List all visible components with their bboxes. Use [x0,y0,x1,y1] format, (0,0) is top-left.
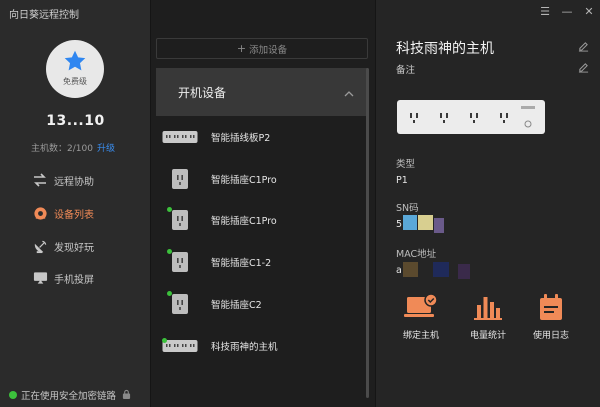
device-detail-panel: ☰ — ✕ 科技雨神的主机 备注 类型 P1 SN码 5 MAC地址 a 绑定主… [375,0,600,407]
bind-host-button[interactable]: 绑定主机 [391,291,451,341]
nav-device-list[interactable]: 设备列表 [32,205,94,221]
star-icon [64,50,86,71]
secure-status-dot [9,391,17,399]
member-level: 免费级 [63,77,87,86]
nav-phone-cast-label: 手机投屏 [54,274,94,286]
device-row[interactable]: 智能插线板P2 [156,118,362,156]
mac-label: MAC地址 [396,249,437,260]
online-indicator [167,207,172,212]
host-count: 主机数：2/100 升级 [31,141,115,154]
usage-log-button[interactable]: 使用日志 [521,291,581,341]
online-indicator [167,249,172,254]
chevron-up-icon [344,86,354,100]
nav-discover[interactable]: 发现好玩 [32,238,94,254]
username: 13...10 [46,113,105,129]
device-row[interactable]: 智能插座C1-2 [156,243,362,281]
close-icon[interactable]: ✕ [578,5,600,18]
menu-icon[interactable]: ☰ [534,5,556,18]
device-name: 智能插线板P2 [211,133,271,144]
sn-redacted-block [434,218,444,233]
online-indicator [162,338,167,343]
device-name: 智能插座C1Pro [211,175,277,186]
nav-discover-label: 发现好玩 [54,242,94,254]
lock-icon [122,389,131,402]
device-list-panel: + 添加设备 开机设备 智能插线板P2 智能插座C1Pro 智能插座C1Pro … [151,0,375,407]
sn-value: 5 [396,219,403,230]
nav-phone-cast[interactable]: 手机投屏 [32,270,94,286]
sn-redacted-block [418,215,433,230]
type-value: P1 [396,175,408,186]
add-device-label: 添加设备 [249,44,288,56]
device-note: 备注 [396,65,416,76]
bind-host-label: 绑定主机 [402,331,439,341]
power-strip-icon [156,124,204,150]
device-row[interactable]: 科技雨神的主机 [156,327,362,365]
mac-value: a [396,265,402,276]
mac-redacted-block [433,262,449,277]
nav-remote-assist[interactable]: 远程协助 [32,172,94,188]
power-stats-button[interactable]: 电量统计 [458,291,518,341]
bar-chart-icon [471,291,505,321]
minimize-icon[interactable]: — [556,5,578,18]
device-title: 科技雨神的主机 [396,41,494,57]
device-group-name: 开机设备 [178,85,227,100]
smart-plug-icon [156,207,204,233]
device-name: 智能插座C2 [211,300,262,311]
swap-arrows-icon [32,172,48,188]
power-strip-icon [156,333,204,359]
type-label: 类型 [396,159,416,170]
edit-title-icon[interactable] [578,41,590,53]
device-list-scrollbar[interactable] [366,68,369,398]
secure-status-text: 正在使用安全加密链路 [21,391,117,402]
calendar-log-icon [534,291,568,321]
device-list-icon [32,205,48,221]
usage-log-label: 使用日志 [532,331,569,341]
device-row[interactable]: 智能插座C2 [156,285,362,323]
device-name: 科技雨神的主机 [211,342,278,353]
mac-redacted-block [403,262,418,277]
host-count-text: 主机数：2/100 [31,144,93,154]
device-name: 智能插座C1Pro [211,216,277,227]
window-controls: ☰ — ✕ [534,0,600,22]
device-name: 智能插座C1-2 [211,258,272,269]
smart-plug-icon [156,166,204,192]
sn-redacted-block [403,215,417,230]
sidebar: 向日葵远程控制 免费级 13...10 主机数：2/100 升级 远程协助 设备列… [0,0,151,407]
power-strip-image [397,100,545,134]
device-group-header[interactable]: 开机设备 [156,68,368,116]
nav-device-list-label: 设备列表 [54,209,94,221]
avatar[interactable]: 免费级 [46,40,104,98]
satellite-dish-icon [32,238,48,254]
app-title: 向日葵远程控制 [9,10,79,21]
add-device-button[interactable]: + 添加设备 [156,38,368,59]
device-row[interactable]: 智能插座C1Pro [156,201,362,239]
secure-connection-status: 正在使用安全加密链路 [9,388,131,402]
edit-note-icon[interactable] [578,62,590,74]
nav-remote-assist-label: 远程协助 [54,176,94,188]
online-indicator [167,291,172,296]
device-row[interactable]: 智能插座C1Pro [156,160,362,198]
mac-redacted-block [458,264,470,279]
screen-cast-icon [32,270,48,286]
smart-plug-icon [156,249,204,275]
laptop-check-icon [404,291,438,321]
smart-plug-icon [156,291,204,317]
upgrade-link[interactable]: 升级 [97,144,115,154]
power-stats-label: 电量统计 [469,331,506,341]
sn-label: SN码 [396,203,419,214]
plus-icon: + [236,42,247,55]
